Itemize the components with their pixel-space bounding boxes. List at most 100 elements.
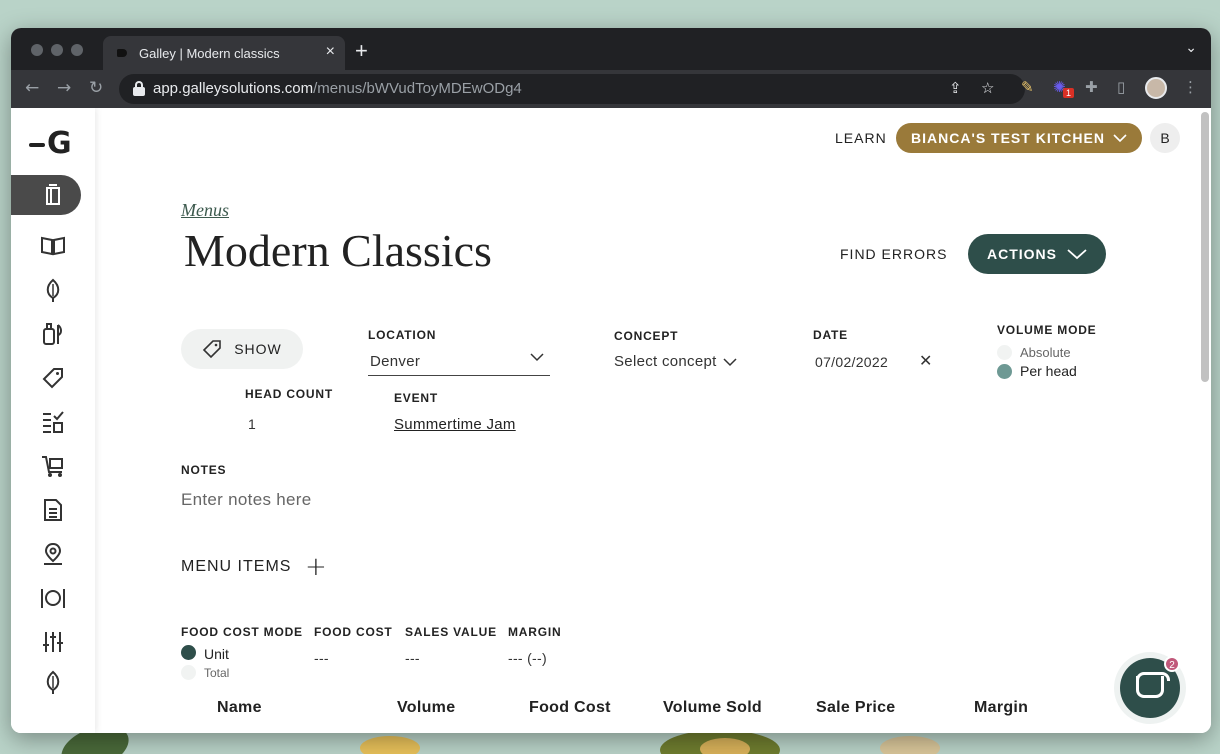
- browser-menu-icon[interactable]: ⋮: [1183, 78, 1198, 96]
- chat-icon: [1136, 672, 1170, 698]
- chevron-down-icon: [723, 357, 737, 366]
- column-header-food-cost[interactable]: Food Cost: [529, 699, 611, 717]
- sidebar-item-dining[interactable]: [11, 586, 95, 615]
- reload-icon[interactable]: ↻: [89, 78, 103, 98]
- actions-button[interactable]: ACTIONS: [968, 234, 1106, 274]
- menu-items-heading: MENU ITEMS: [181, 558, 292, 575]
- location-label: LOCATION: [368, 328, 437, 342]
- kitchen-label: BIANCA'S TEST KITCHEN: [911, 130, 1105, 146]
- date-input[interactable]: 07/02/2022: [815, 354, 888, 370]
- profile-avatar[interactable]: [1145, 77, 1167, 99]
- volume-mode-label: VOLUME MODE: [997, 323, 1097, 337]
- address-bar[interactable]: app.galleysolutions.com/menus/bWVudToyMD…: [119, 74, 1025, 104]
- ordering-icon: [42, 456, 63, 477]
- sales-value-value: ---: [405, 650, 420, 666]
- share-icon[interactable]: ⇪: [949, 79, 962, 97]
- bookmark-star-icon[interactable]: ☆: [981, 79, 994, 97]
- page-title: Modern Classics: [184, 225, 492, 276]
- window-minimize-dot[interactable]: [51, 44, 63, 56]
- browser-tab[interactable]: Galley | Modern classics ×: [103, 36, 345, 70]
- tag-icon: [203, 340, 222, 359]
- column-header-name[interactable]: Name: [217, 699, 262, 717]
- extension-icon[interactable]: ✺ 1: [1053, 78, 1075, 98]
- background-food: [360, 736, 420, 754]
- food-cost-mode-total-radio[interactable]: [181, 665, 196, 680]
- broom-extension-icon[interactable]: ✎: [1021, 78, 1034, 96]
- sidebar: G: [11, 108, 95, 733]
- dining-icon: [41, 589, 65, 608]
- app-page: G LEARN BIANCA'S TEST KITCHEN B Menus Mo…: [11, 108, 1211, 733]
- kitchen-switcher-button[interactable]: BIANCA'S TEST KITCHEN: [896, 123, 1142, 153]
- volume-mode-absolute-radio[interactable]: [997, 345, 1012, 360]
- food-cost-value: ---: [314, 650, 329, 666]
- sidebar-item-reports[interactable]: [11, 498, 95, 527]
- concept-value: Select concept: [614, 353, 717, 370]
- tab-search-icon[interactable]: ⌄: [1185, 40, 1197, 56]
- sidebar-item-locations[interactable]: [11, 542, 95, 571]
- actions-label: ACTIONS: [987, 246, 1057, 262]
- side-panel-icon[interactable]: ▯: [1117, 78, 1125, 96]
- extension-badge: 1: [1063, 88, 1075, 98]
- sidebar-item-onion[interactable]: [11, 670, 95, 699]
- volume-mode-per-head-radio[interactable]: [997, 364, 1012, 379]
- sidebar-item-menus[interactable]: [11, 184, 95, 211]
- add-menu-item-button[interactable]: +: [305, 554, 327, 580]
- browser-toolbar: ← → ↻ app.galleysolutions.com/menus/bWVu…: [11, 70, 1211, 108]
- locations-icon: [44, 542, 62, 565]
- sidebar-item-recipes[interactable]: [11, 234, 95, 261]
- show-tags-button[interactable]: SHOW: [181, 329, 303, 369]
- sidebar-item-ingredients[interactable]: [11, 278, 95, 307]
- browser-window: Galley | Modern classics × + ⌄ ← → ↻ app…: [11, 28, 1211, 733]
- sidebar-item-ordering[interactable]: [11, 454, 95, 483]
- user-avatar[interactable]: B: [1150, 123, 1180, 153]
- food-cost-mode-unit-radio[interactable]: [181, 645, 196, 660]
- location-select[interactable]: Denver: [368, 348, 550, 376]
- event-label: EVENT: [394, 391, 439, 405]
- puzzle-extensions-icon[interactable]: ✚: [1085, 78, 1098, 96]
- window-close-dot[interactable]: [31, 44, 43, 56]
- notes-input[interactable]: Enter notes here: [181, 490, 312, 510]
- new-tab-button[interactable]: +: [355, 38, 368, 64]
- tab-bar: Galley | Modern classics × + ⌄: [11, 28, 1211, 70]
- column-header-margin[interactable]: Margin: [974, 699, 1028, 717]
- galley-logo[interactable]: G: [27, 126, 77, 161]
- volume-mode-per-head-label: Per head: [1020, 363, 1077, 379]
- find-errors-button[interactable]: FIND ERRORS: [840, 246, 947, 262]
- concept-select[interactable]: Select concept: [614, 353, 737, 370]
- margin-value: --- (--): [508, 650, 547, 666]
- back-icon[interactable]: ←: [25, 78, 39, 98]
- sidebar-item-preparations[interactable]: [11, 322, 95, 351]
- head-count-value[interactable]: 1: [248, 416, 256, 432]
- column-header-volume[interactable]: Volume: [397, 699, 455, 717]
- sidebar-item-settings[interactable]: [11, 630, 95, 659]
- chat-support-button[interactable]: 2: [1120, 656, 1180, 718]
- preparations-icon: [43, 323, 62, 345]
- recipes-icon: [41, 236, 65, 256]
- notes-label: NOTES: [181, 463, 227, 477]
- learn-link[interactable]: LEARN: [835, 130, 887, 146]
- sales-value-label: SALES VALUE: [405, 625, 497, 639]
- column-header-volume-sold[interactable]: Volume Sold: [663, 699, 762, 717]
- chevron-down-icon: [1113, 134, 1127, 143]
- ingredients-icon: [46, 278, 60, 302]
- breadcrumb-menus[interactable]: Menus: [181, 200, 229, 221]
- sidebar-item-tags[interactable]: [11, 366, 95, 395]
- tab-close-icon[interactable]: ×: [326, 43, 335, 61]
- window-zoom-dot[interactable]: [71, 44, 83, 56]
- date-label: DATE: [813, 328, 848, 342]
- forward-icon[interactable]: →: [57, 78, 71, 98]
- clear-date-icon[interactable]: ✕: [919, 351, 932, 371]
- background-food: [880, 736, 940, 754]
- show-label: SHOW: [234, 341, 282, 357]
- background-food: [700, 738, 750, 754]
- page-scrollbar[interactable]: [1201, 112, 1209, 382]
- event-link[interactable]: Summertime Jam: [394, 416, 516, 433]
- food-cost-mode-label: FOOD COST MODE: [181, 625, 303, 639]
- sidebar-item-inventory[interactable]: [11, 410, 95, 439]
- margin-label: MARGIN: [508, 625, 562, 639]
- column-header-sale-price[interactable]: Sale Price: [816, 699, 896, 717]
- chat-unread-badge: 2: [1164, 656, 1180, 672]
- favicon-icon: [117, 49, 127, 57]
- menus-icon: [46, 184, 60, 205]
- food-cost-label: FOOD COST: [314, 625, 393, 639]
